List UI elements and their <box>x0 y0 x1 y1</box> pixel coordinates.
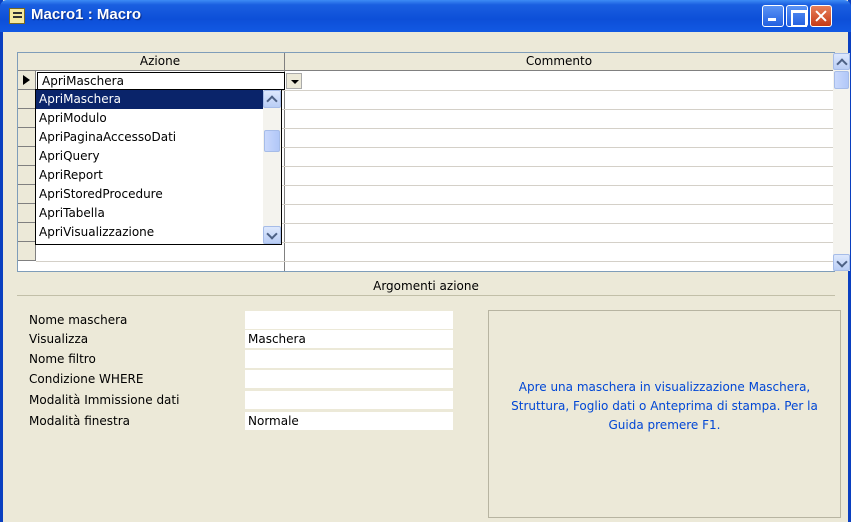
column-header-azione[interactable]: Azione <box>36 54 284 68</box>
current-row-arrow-icon <box>23 75 30 85</box>
arg-field-modalita-immissione[interactable] <box>245 391 453 409</box>
arg-label-modalita-finestra: Modalità finestra <box>29 414 130 428</box>
scroll-down-icon[interactable] <box>263 226 281 244</box>
scroll-down-icon[interactable] <box>833 254 850 271</box>
row-selector[interactable] <box>18 166 36 185</box>
dropdown-item[interactable]: ApriModulo <box>36 109 264 128</box>
window-title: Macro1 : Macro <box>31 6 142 23</box>
dropdown-scrollbar[interactable] <box>263 90 281 244</box>
row-selector[interactable] <box>18 71 36 90</box>
row-selector[interactable] <box>18 185 36 204</box>
dropdown-item[interactable]: ApriMaschera <box>36 90 264 109</box>
arg-field-nome-filtro[interactable] <box>245 350 453 368</box>
arg-field-condizione-where[interactable] <box>245 370 453 388</box>
row-selector[interactable] <box>18 109 36 128</box>
azione-dropdown-list[interactable]: ApriMaschera ApriModulo ApriPaginaAccess… <box>35 89 282 245</box>
arg-label-condizione-where: Condizione WHERE <box>29 372 144 386</box>
help-text: Apre una maschera in visualizzazione Mas… <box>511 380 818 432</box>
arg-label-nome-filtro: Nome filtro <box>29 352 96 366</box>
dropdown-item[interactable]: ApriStoredProcedure <box>36 185 264 204</box>
arg-field-visualizza[interactable]: Maschera <box>245 330 453 348</box>
dropdown-arrow-icon[interactable] <box>286 73 302 89</box>
arg-label-visualizza: Visualizza <box>29 332 89 346</box>
azione-combo-value: ApriMaschera <box>42 74 124 88</box>
help-panel: Apre una maschera in visualizzazione Mas… <box>488 310 841 518</box>
row-selector[interactable] <box>18 223 36 242</box>
scroll-thumb[interactable] <box>264 130 280 152</box>
row-selector[interactable] <box>18 128 36 147</box>
dropdown-item[interactable]: ApriReport <box>36 166 264 185</box>
scroll-thumb[interactable] <box>834 71 849 89</box>
dropdown-item[interactable]: ApriQuery <box>36 147 264 166</box>
grid-header: Azione Commento <box>18 53 834 71</box>
scroll-up-icon[interactable] <box>833 53 850 70</box>
macro-window: Macro1 : Macro Azione Commento ApriMasch… <box>0 0 851 522</box>
row-selector[interactable] <box>18 147 36 166</box>
grid-row-line <box>36 261 833 262</box>
row-selector[interactable] <box>18 90 36 109</box>
arg-label-modalita-immissione: Modalità Immissione dati <box>29 393 180 407</box>
argomenti-azione-header: Argomenti azione <box>17 276 835 296</box>
minimize-button[interactable] <box>762 5 784 27</box>
macro-icon <box>9 8 25 24</box>
row-selector[interactable] <box>18 242 36 261</box>
row-selector-column <box>18 53 36 271</box>
arg-label-nome-maschera: Nome maschera <box>29 313 128 327</box>
dropdown-item[interactable]: ApriTabella <box>36 204 264 223</box>
title-bar[interactable]: Macro1 : Macro <box>0 0 851 32</box>
azione-combo-input[interactable]: ApriMaschera <box>37 72 302 90</box>
arg-field-nome-maschera[interactable] <box>245 311 453 329</box>
scroll-up-icon[interactable] <box>263 90 281 108</box>
maximize-button[interactable] <box>786 5 808 27</box>
dropdown-item[interactable]: ApriVisualizzazione <box>36 223 264 242</box>
column-header-commento[interactable]: Commento <box>285 54 833 68</box>
close-button[interactable] <box>810 5 832 27</box>
row-selector[interactable] <box>18 204 36 223</box>
dropdown-item[interactable]: ApriPaginaAccessoDati <box>36 128 264 147</box>
grid-vertical-scrollbar[interactable] <box>833 53 850 271</box>
arg-field-modalita-finestra[interactable]: Normale <box>245 412 453 430</box>
